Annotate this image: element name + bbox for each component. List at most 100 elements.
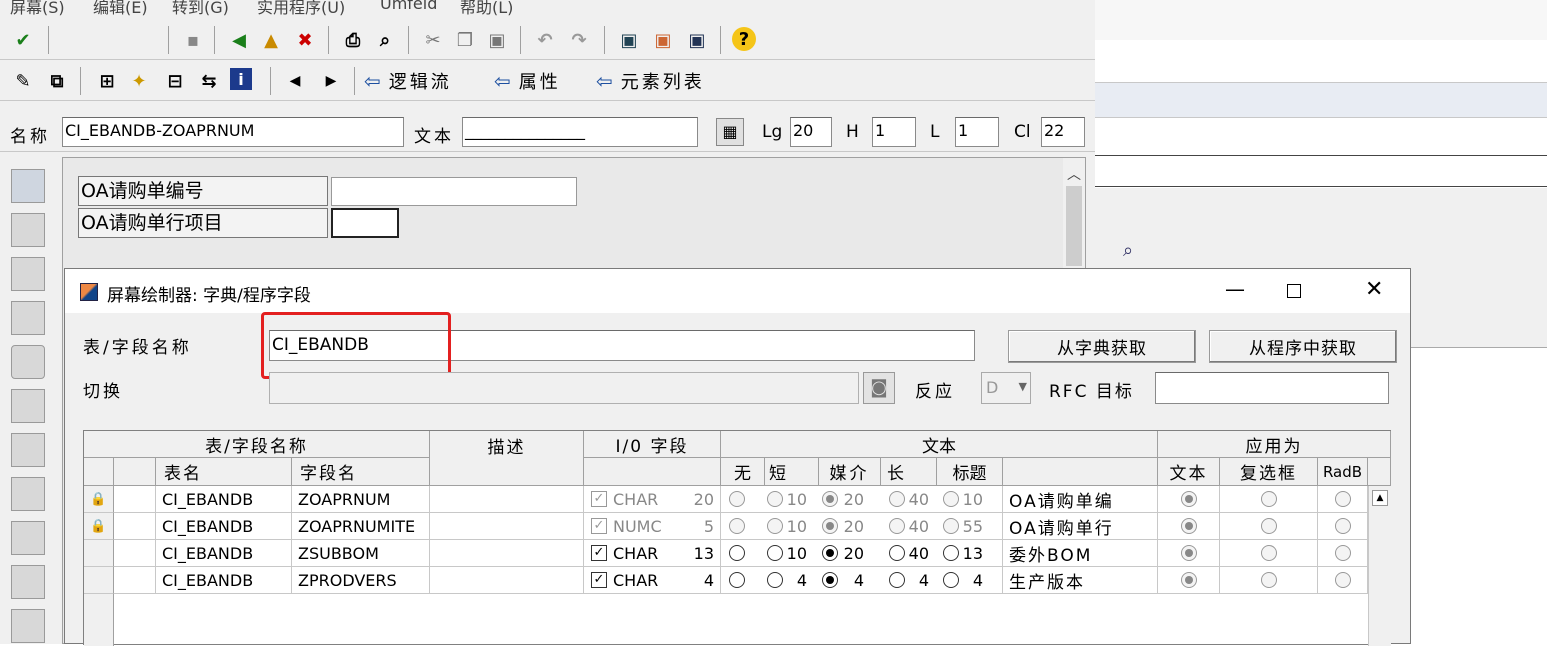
undo-icon[interactable]: ↶ xyxy=(532,27,558,53)
paste-icon[interactable]: ▣ xyxy=(484,27,510,53)
text-short-radio[interactable] xyxy=(767,518,783,534)
response-select[interactable]: D ▼ xyxy=(981,372,1031,404)
apply-as-checkbox-radio[interactable] xyxy=(1261,572,1277,588)
menu-utilities[interactable]: 实用程序(U) xyxy=(257,0,345,16)
text-none-radio[interactable] xyxy=(729,518,745,534)
text-field[interactable]: _______________ xyxy=(462,117,698,147)
row-selector[interactable] xyxy=(84,567,114,594)
row-selector[interactable]: 🔒 xyxy=(84,486,114,513)
field-name-cell[interactable]: ZOAPRNUM xyxy=(292,486,430,513)
element-list-button[interactable]: ⇦ 元素列表 xyxy=(596,67,705,95)
menu-umfeld[interactable]: Umfeld xyxy=(380,0,437,13)
description-cell[interactable] xyxy=(430,486,584,513)
tabstrip-tool-icon[interactable] xyxy=(11,433,45,467)
box-tool-icon[interactable] xyxy=(11,521,45,555)
apply-as-radiobutton-radio[interactable] xyxy=(1335,572,1351,588)
find-icon[interactable]: ⌕ xyxy=(372,27,398,53)
canvas-label-1[interactable]: OA请购单编号 xyxy=(78,176,328,206)
field-text-cell[interactable]: OA请购单编 xyxy=(1003,486,1158,513)
field-text-cell[interactable]: 委外BOM xyxy=(1003,540,1158,567)
edit-mode-icon[interactable]: ✎ xyxy=(10,68,36,94)
field-name-cell[interactable]: ZPRODVERS xyxy=(292,567,430,594)
table-name-cell[interactable]: CI_EBANDB xyxy=(156,540,292,567)
menu-help[interactable]: 帮助(L) xyxy=(460,0,513,16)
save-icon[interactable]: ▪ xyxy=(180,27,206,53)
table-control-tool-icon[interactable] xyxy=(11,609,45,643)
table-name-cell[interactable]: CI_EBANDB xyxy=(156,486,292,513)
attributes-button[interactable]: ⇦ 属性 xyxy=(494,67,561,95)
radio-button-tool-icon[interactable] xyxy=(11,345,45,379)
cl-field[interactable]: 22 xyxy=(1041,117,1085,147)
scroll-up-icon[interactable]: ︿ xyxy=(1065,164,1083,183)
apply-as-radiobutton-radio[interactable] xyxy=(1335,545,1351,561)
canvas-input-2[interactable] xyxy=(331,208,399,238)
row-selector[interactable] xyxy=(84,540,114,567)
rfc-target-field[interactable] xyxy=(1155,372,1389,404)
from-program-button[interactable]: 从程序中获取 xyxy=(1209,330,1397,363)
pointer-tool-icon[interactable] xyxy=(11,169,45,203)
text-short-radio[interactable] xyxy=(767,572,783,588)
command-field[interactable] xyxy=(52,29,164,51)
io-checkbox[interactable]: ✓ xyxy=(591,572,607,588)
next-icon[interactable]: ▶ xyxy=(318,68,344,94)
field-text-cell[interactable]: 生产版本 xyxy=(1003,567,1158,594)
name-field[interactable]: CI_EBANDB-ZOAPRNUM xyxy=(62,117,404,147)
print-icon[interactable]: ⎙ xyxy=(340,27,366,53)
flow-logic-button[interactable]: ⇦ 逻辑流 xyxy=(364,67,452,95)
layout-icon-3[interactable]: ▣ xyxy=(684,27,710,53)
from-dictionary-button[interactable]: 从字典获取 xyxy=(1008,330,1196,363)
apply-as-text-radio[interactable] xyxy=(1181,572,1197,588)
description-cell[interactable] xyxy=(430,567,584,594)
text-medium-radio[interactable] xyxy=(822,545,838,561)
text-heading-radio[interactable] xyxy=(943,572,959,588)
menu-goto[interactable]: 转到(G) xyxy=(172,0,229,16)
text-long-radio[interactable] xyxy=(889,572,905,588)
io-checkbox[interactable]: ✓ xyxy=(591,491,607,507)
enter-icon[interactable]: ✔ xyxy=(10,27,36,53)
apply-as-checkbox-radio[interactable] xyxy=(1261,518,1277,534)
maximize-icon[interactable] xyxy=(1287,284,1301,298)
text-none-radio[interactable] xyxy=(729,545,745,561)
cancel-icon[interactable]: ✖ xyxy=(292,27,318,53)
push-button-tool-icon[interactable] xyxy=(11,389,45,423)
text-none-radio[interactable] xyxy=(729,572,745,588)
row-mark[interactable] xyxy=(114,486,156,513)
dict-fields-icon[interactable]: ⊟ xyxy=(162,68,188,94)
wizard-icon[interactable]: ✦ xyxy=(126,68,152,94)
text-long-radio[interactable] xyxy=(889,518,905,534)
apply-as-text-radio[interactable] xyxy=(1181,545,1197,561)
table-scrollbar[interactable]: ▲ xyxy=(1368,486,1391,646)
menu-screen[interactable]: 屏幕(S) xyxy=(10,0,65,16)
menu-edit[interactable]: 编辑(E) xyxy=(93,0,148,16)
description-cell[interactable] xyxy=(430,540,584,567)
apply-as-text-radio[interactable] xyxy=(1181,518,1197,534)
text-long-radio[interactable] xyxy=(889,491,905,507)
text-short-radio[interactable] xyxy=(767,545,783,561)
apply-as-text-radio[interactable] xyxy=(1181,491,1197,507)
text-medium-radio[interactable] xyxy=(822,518,838,534)
text-medium-radio[interactable] xyxy=(822,572,838,588)
text-medium-radio[interactable] xyxy=(822,491,838,507)
text-table-icon[interactable]: ▦ xyxy=(716,118,744,146)
text-long-radio[interactable] xyxy=(889,545,905,561)
apply-as-checkbox-radio[interactable] xyxy=(1261,545,1277,561)
table-name-cell[interactable]: CI_EBANDB xyxy=(156,567,292,594)
text-heading-radio[interactable] xyxy=(943,518,959,534)
minimize-icon[interactable]: — xyxy=(1225,277,1245,301)
info-icon[interactable]: i xyxy=(230,68,252,90)
apply-as-radiobutton-radio[interactable] xyxy=(1335,518,1351,534)
canvas-label-2[interactable]: OA请购单行项目 xyxy=(78,208,328,238)
layout-icon-2[interactable]: ▣ xyxy=(650,27,676,53)
layout-icon-1[interactable]: ▣ xyxy=(616,27,642,53)
redo-icon[interactable]: ↷ xyxy=(566,27,592,53)
back-icon[interactable]: ◀ xyxy=(226,27,252,53)
switch-toggle-icon[interactable]: ◙ xyxy=(863,372,895,404)
text-short-radio[interactable] xyxy=(767,491,783,507)
l-field[interactable]: 1 xyxy=(955,117,999,147)
row-mark[interactable] xyxy=(114,513,156,540)
text-none-radio[interactable] xyxy=(729,491,745,507)
text-heading-radio[interactable] xyxy=(943,545,959,561)
hierarchy-icon[interactable]: ⊞ xyxy=(94,68,120,94)
close-icon[interactable]: ✕ xyxy=(1365,277,1383,302)
subscreen-tool-icon[interactable] xyxy=(11,565,45,599)
